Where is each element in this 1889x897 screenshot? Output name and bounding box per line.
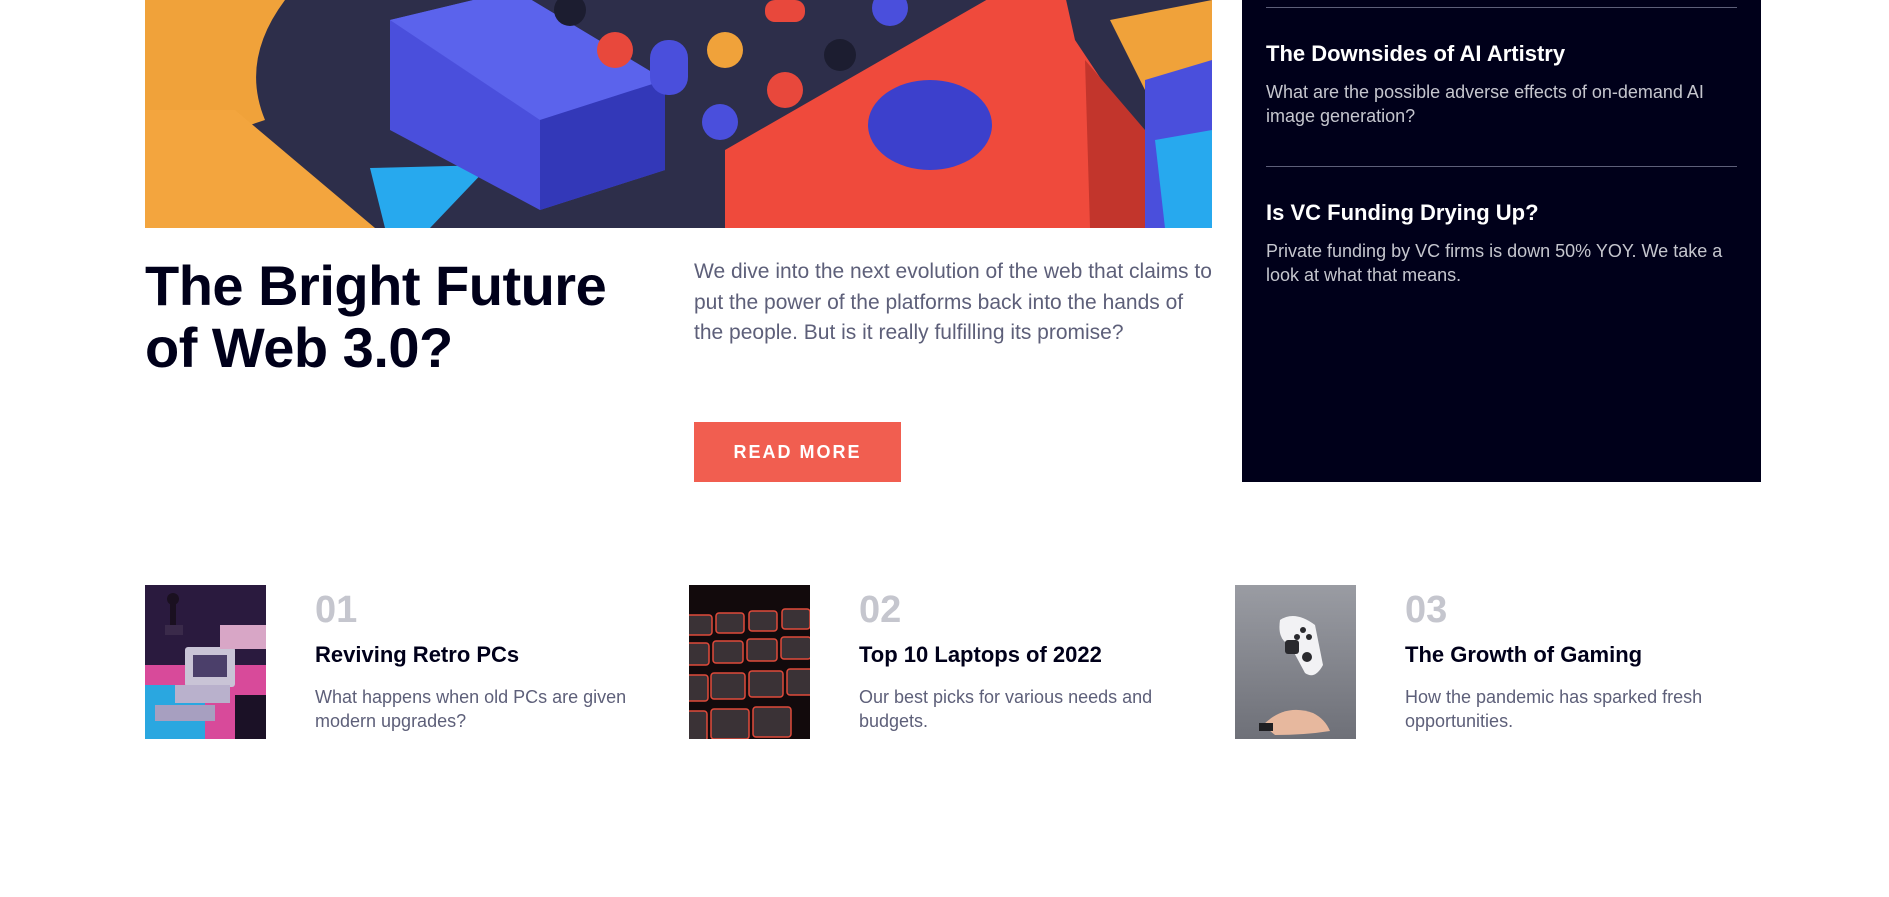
news-item-title[interactable]: Is VC Funding Drying Up? bbox=[1266, 199, 1737, 227]
article-number: 01 bbox=[315, 589, 358, 631]
article-thumbnail[interactable] bbox=[145, 585, 266, 739]
news-item-title[interactable]: The Downsides of AI Artistry bbox=[1266, 40, 1737, 68]
article-title[interactable]: Top 10 Laptops of 2022 bbox=[859, 641, 1102, 669]
article-number: 02 bbox=[859, 589, 902, 631]
keyboard-image bbox=[689, 585, 810, 739]
abstract-3d-blocks-image bbox=[145, 0, 1212, 228]
article-title[interactable]: Reviving Retro PCs bbox=[315, 641, 519, 669]
article-number: 03 bbox=[1405, 589, 1448, 631]
hero-title: The Bright Future of Web 3.0? bbox=[145, 254, 607, 379]
article-description: What happens when old PCs are given mode… bbox=[315, 687, 627, 731]
article-card[interactable]: 01 Reviving Retro PCs What happens when … bbox=[145, 585, 665, 739]
news-item-text: What are the possible adverse effects of… bbox=[1266, 82, 1704, 126]
article-description: How the pandemic has sparked fresh oppor… bbox=[1405, 687, 1703, 731]
hero-description: We dive into the next evolution of the w… bbox=[694, 260, 1212, 344]
page: The Bright Future of Web 3.0? We dive in… bbox=[0, 0, 1889, 897]
news-panel: The Downsides of AI Artistry What are th… bbox=[1242, 0, 1761, 482]
news-item[interactable]: The Downsides of AI Artistry What are th… bbox=[1266, 8, 1737, 128]
article-thumbnail[interactable] bbox=[689, 585, 810, 739]
news-item-text: Private funding by VC firms is down 50% … bbox=[1266, 241, 1723, 285]
hero-image[interactable] bbox=[145, 0, 1212, 228]
read-more-button[interactable]: READ MORE bbox=[694, 422, 901, 482]
retro-pc-image bbox=[145, 585, 266, 739]
article-title[interactable]: The Growth of Gaming bbox=[1405, 641, 1642, 669]
article-card[interactable]: 03 The Growth of Gaming How the pandemic… bbox=[1235, 585, 1755, 739]
article-thumbnail[interactable] bbox=[1235, 585, 1356, 739]
article-card[interactable]: 02 Top 10 Laptops of 2022 Our best picks… bbox=[689, 585, 1209, 739]
article-description: Our best picks for various needs and bud… bbox=[859, 687, 1153, 731]
gamepad-image bbox=[1235, 585, 1356, 739]
news-item[interactable]: Is VC Funding Drying Up? Private funding… bbox=[1266, 167, 1737, 287]
